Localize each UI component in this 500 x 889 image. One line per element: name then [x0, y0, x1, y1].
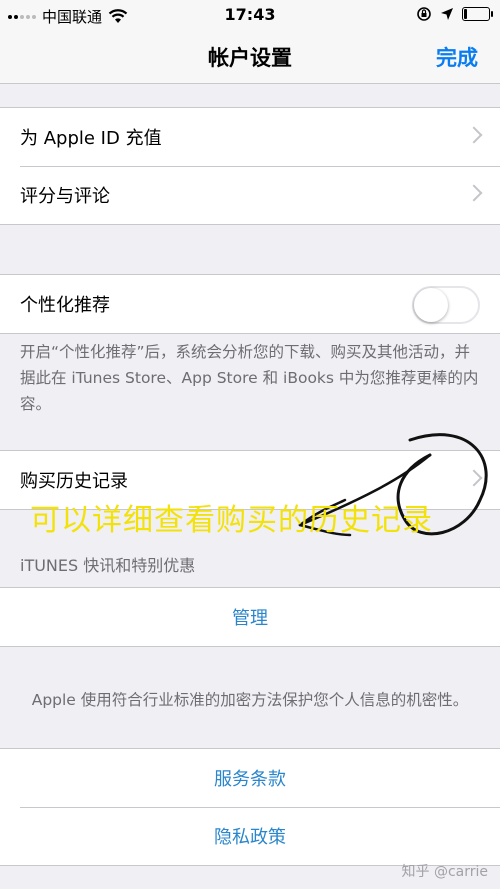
- handwritten-arrow-annotation: [298, 433, 488, 537]
- watermark: 知乎 @carrie: [401, 864, 489, 880]
- annotation-text: 可以详细查看购买的历史记录: [30, 503, 433, 538]
